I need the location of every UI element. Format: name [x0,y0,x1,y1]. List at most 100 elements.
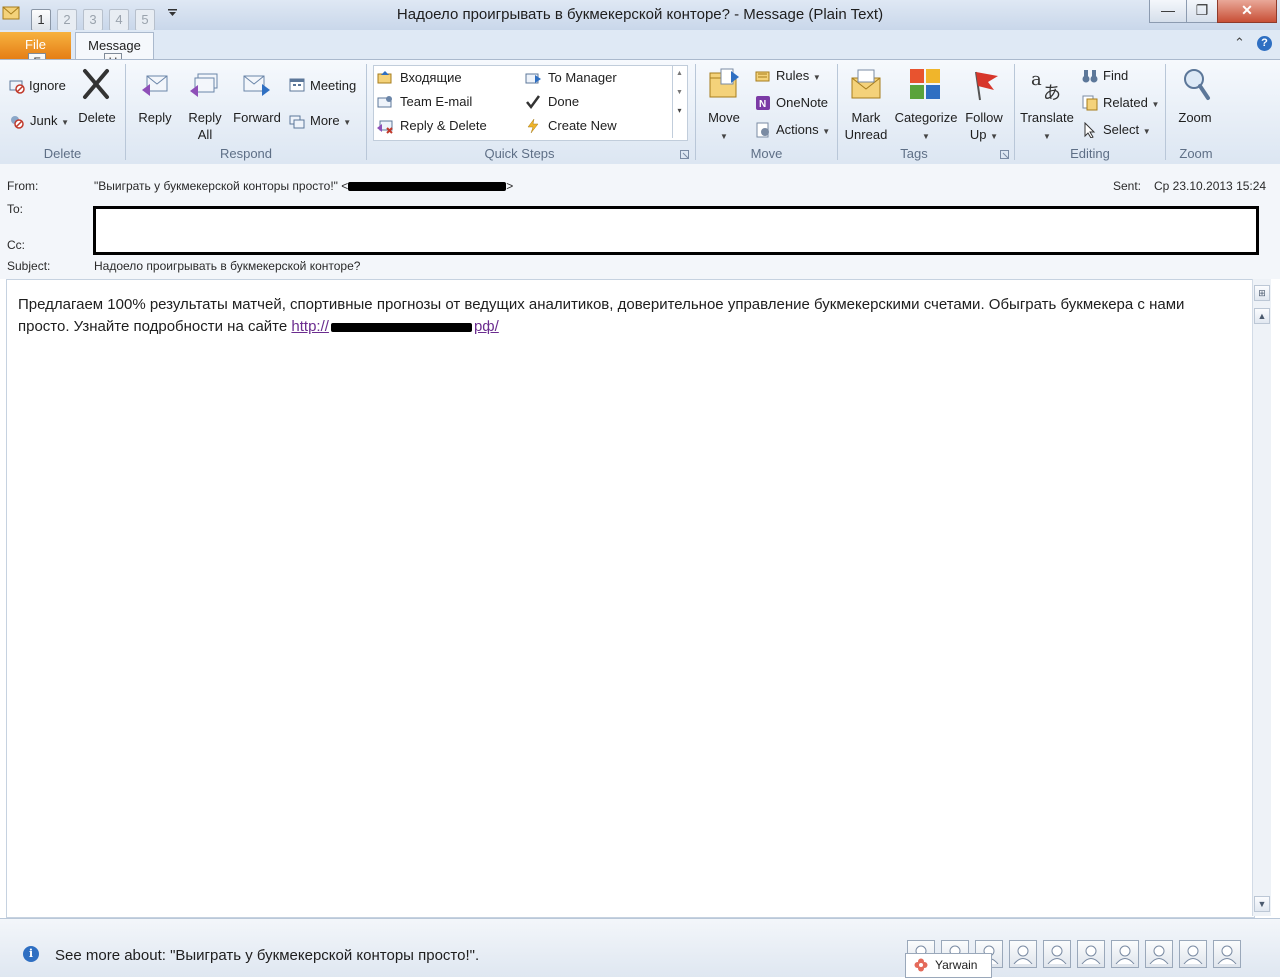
message-body[interactable] [6,279,1255,918]
reply-icon [142,75,168,96]
title-bar: 1 2 3 4 5 Надоело проигрывать в букмекер… [0,0,1280,31]
body-text: Предлагаем 100% результаты матчей, спорт… [18,296,1185,335]
contact-avatar[interactable] [1145,940,1173,968]
reply-all-button[interactable]: Reply All [181,109,229,143]
help-icon[interactable]: ? [1257,36,1272,51]
from-name: "Выиграть у букмекерской конторы просто!… [94,179,349,193]
dialog-launcher-icon[interactable] [680,150,689,159]
scroll-up-button[interactable]: ▲ [1254,308,1270,324]
actions-button[interactable]: Actions ▼ [776,121,830,140]
gallery-down-icon[interactable]: ▼ [673,89,686,96]
quick-step-create-new[interactable]: Create New [548,117,617,134]
select-button[interactable]: Select ▼ [1103,121,1151,140]
team-email-icon [377,96,392,108]
sent-value: Ср 23.10.2013 15:24 [1154,179,1267,193]
categorize-button[interactable]: Categorize ▼ [892,109,960,145]
contact-name: Yarwain [935,958,978,972]
categorize-icon [910,69,940,99]
rules-button[interactable]: Rules ▼ [776,67,821,86]
move-folder-icon [709,68,739,98]
checkmark-icon [526,95,541,110]
contact-avatar[interactable] [1179,940,1207,968]
see-more-text[interactable]: See more about: "Выиграть у букмекерской… [55,947,479,964]
actions-icon [756,122,769,138]
more-icon [289,115,305,129]
website-link[interactable]: http:// рф/ [291,318,498,335]
gallery-more-icon[interactable]: ▾ [673,106,686,115]
ribbon-tab-row [0,30,1280,59]
select-dropdown-icon: ▼ [1142,127,1151,136]
contact-avatar[interactable] [1043,940,1071,968]
scroll-options-icon[interactable]: ⊞ [1254,285,1270,301]
quick-step-to-manager[interactable]: To Manager [548,69,617,86]
ignore-button[interactable]: Ignore [29,77,66,94]
meeting-button[interactable]: Meeting [310,77,356,94]
minimize-button[interactable]: — [1149,0,1187,23]
to-label: To: [7,202,24,216]
to-manager-icon [525,73,541,84]
contact-avatar[interactable] [1009,940,1037,968]
move-dropdown-icon: ▼ [720,132,728,141]
cc-label: Cc: [7,238,25,252]
close-button[interactable]: ✕ [1217,0,1277,23]
follow-up-button[interactable]: Follow Up ▼ [960,109,1008,145]
flower-icon [914,958,928,972]
related-button[interactable]: Related ▼ [1103,94,1159,113]
select-label: Select [1103,122,1140,137]
quick-step-inbox[interactable]: Входящие [400,69,462,86]
link-suffix: рф/ [473,318,499,335]
translate-dropdown-icon: ▼ [1043,132,1051,141]
quick-step-reply-delete[interactable]: Reply & Delete [400,117,487,134]
quick-step-team-email[interactable]: Team E-mail [400,93,472,110]
junk-icon [11,116,24,129]
translate-label: Translate [1020,110,1074,125]
follow-up-dropdown-icon: ▼ [990,132,999,141]
window-title: Надоело проигрывать в букмекерской конто… [396,6,884,23]
mark-unread-button[interactable]: Mark Unread [840,109,892,143]
group-label-zoom: Zoom [1179,146,1213,161]
junk-dropdown-icon: ▼ [61,118,70,127]
categorize-dropdown-icon: ▼ [922,132,930,141]
onenote-button[interactable]: OneNote [776,94,828,111]
reply-all-line1: Reply [188,110,222,125]
collapse-ribbon-icon[interactable]: ⌃ [1234,35,1245,51]
scroll-down-button[interactable]: ▼ [1254,896,1270,912]
group-label-quick-steps: Quick Steps [484,146,555,161]
translate-button[interactable]: Translate ▼ [1017,109,1077,145]
junk-button[interactable]: Junk ▼ [30,112,69,131]
vertical-scrollbar[interactable]: ⊞ ▲ ▼ [1252,279,1271,916]
redacted-domain [330,322,472,332]
contact-avatar[interactable] [1111,940,1139,968]
mark-unread-line2: Unread [844,127,888,142]
forward-button[interactable]: Forward [229,109,285,126]
from-value[interactable]: "Выиграть у букмекерской конторы просто!… [94,179,513,193]
delete-button[interactable]: Delete [72,109,122,126]
svg-text:N: N [759,99,766,110]
binoculars-icon [1082,70,1098,83]
redacted-email [348,182,507,192]
gallery-up-icon[interactable]: ▲ [673,70,686,77]
dialog-launcher-icon[interactable] [1000,150,1009,159]
actions-dropdown-icon: ▼ [822,127,831,136]
zoom-button[interactable]: Zoom [1171,109,1219,126]
maximize-button[interactable]: ❐ [1186,0,1218,23]
link-prefix: http:// [291,318,329,335]
quick-step-done[interactable]: Done [548,93,579,110]
more-respond-button[interactable]: More ▼ [310,112,351,131]
contact-avatar[interactable] [1077,940,1105,968]
find-button[interactable]: Find [1103,67,1128,84]
lightning-icon [527,118,539,134]
rules-icon [755,71,770,82]
move-button[interactable]: Move ▼ [700,109,748,145]
more-dropdown-icon: ▼ [343,118,352,127]
contact-avatar[interactable] [1213,940,1241,968]
reply-button[interactable]: Reply [131,109,179,126]
svg-text:a: a [1031,69,1042,90]
gallery-scrollbar[interactable]: ▲ ▼ ▾ [672,66,686,138]
from-end: > [506,179,514,193]
svg-text:あ: あ [1043,83,1061,101]
contact-tooltip[interactable]: Yarwain [905,953,992,978]
message-text[interactable]: Предлагаем 100% результаты матчей, спорт… [18,294,1218,338]
subject-label: Subject: [7,259,51,273]
group-label-tags: Tags [900,146,928,161]
